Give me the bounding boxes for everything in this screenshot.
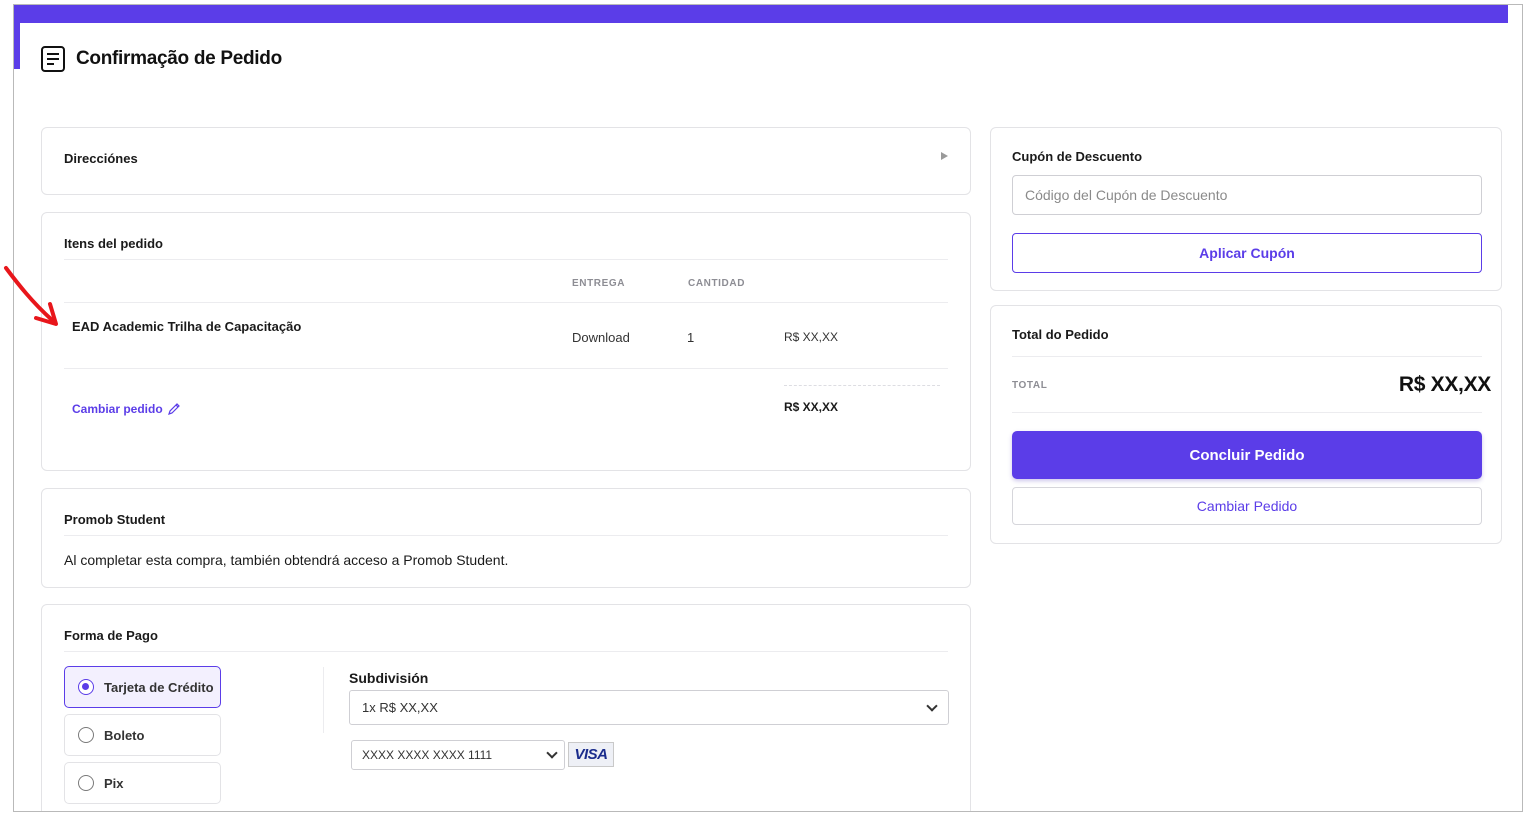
column-header-quantity: CANTIDAD — [688, 278, 746, 289]
divider — [64, 535, 948, 536]
payment-option-label: Tarjeta de Crédito — [104, 679, 214, 695]
radio-button[interactable] — [78, 775, 94, 791]
promob-description: Al completar esta compra, también obtend… — [64, 552, 509, 568]
subtotal-separator — [784, 385, 940, 386]
total-label: TOTAL — [1012, 380, 1048, 391]
addresses-title: Direcciónes — [64, 151, 138, 166]
item-name: EAD Academic Trilha de Capacitação — [72, 319, 302, 334]
vertical-divider — [323, 667, 324, 733]
divider — [64, 302, 948, 303]
document-icon — [41, 46, 65, 72]
payment-option-label: Boleto — [104, 727, 145, 743]
coupon-title: Cupón de Descuento — [1012, 149, 1143, 164]
checkout-page: Confirmação de Pedido Direcciónes Itens … — [20, 23, 1508, 811]
pencil-icon — [167, 403, 180, 415]
payment-option-credit-card[interactable]: Tarjeta de Crédito — [64, 666, 221, 708]
expand-triangle-icon[interactable] — [941, 152, 948, 160]
page-header: Confirmação de Pedido — [40, 45, 282, 73]
visa-logo-icon: VISA — [568, 742, 614, 767]
divider — [64, 259, 948, 260]
payment-title: Forma de Pago — [64, 628, 158, 643]
subdivision-label: Subdivisión — [349, 670, 429, 686]
addresses-card[interactable]: Direcciónes — [41, 127, 971, 195]
app-window: Confirmação de Pedido Direcciónes Itens … — [13, 4, 1523, 812]
order-subtotal: R$ XX,XX — [784, 400, 839, 414]
order-total-card: Total do Pedido TOTAL R$ XX,XX Concluir … — [990, 305, 1502, 544]
conclude-order-button[interactable]: Concluir Pedido — [1012, 431, 1482, 479]
apply-coupon-button[interactable]: Aplicar Cupón — [1012, 233, 1482, 273]
divider — [1012, 412, 1482, 413]
card-select[interactable]: XXXX XXXX XXXX 1111 — [351, 740, 565, 770]
payment-option-pix[interactable]: Pix — [64, 762, 221, 804]
coupon-input[interactable] — [1012, 175, 1482, 215]
payment-option-boleto[interactable]: Boleto — [64, 714, 221, 756]
change-order-label: Cambiar pedido — [72, 402, 163, 416]
radio-button[interactable] — [78, 727, 94, 743]
payment-option-label: Pix — [104, 775, 124, 791]
divider — [1012, 356, 1482, 357]
coupon-card: Cupón de Descuento Aplicar Cupón — [990, 127, 1502, 291]
payment-card: Forma de Pago Tarjeta de Crédito Boleto … — [41, 604, 971, 811]
order-items-card: Itens del pedido ENTREGA CANTIDAD EAD Ac… — [41, 212, 971, 471]
promob-card: Promob Student Al completar esta compra,… — [41, 488, 971, 588]
divider — [64, 651, 948, 652]
divider — [64, 368, 948, 369]
change-order-link[interactable]: Cambiar pedido — [72, 402, 181, 416]
promob-title: Promob Student — [64, 512, 166, 527]
item-delivery: Download — [572, 330, 630, 345]
column-header-delivery: ENTREGA — [572, 278, 626, 289]
item-quantity: 1 — [687, 330, 695, 345]
top-accent-bar — [14, 5, 1508, 23]
change-order-button[interactable]: Cambiar Pedido — [1012, 487, 1482, 525]
total-value: R$ XX,XX — [1398, 373, 1491, 396]
radio-button-selected[interactable] — [78, 679, 94, 695]
order-total-title: Total do Pedido — [1012, 327, 1109, 342]
order-items-title: Itens del pedido — [64, 236, 163, 251]
chevron-down-icon — [546, 747, 558, 759]
page-title: Confirmação de Pedido — [76, 48, 282, 69]
annotation-arrow-icon — [4, 266, 58, 326]
item-price: R$ XX,XX — [784, 330, 839, 344]
chevron-down-icon — [926, 699, 938, 712]
card-number-value: XXXX XXXX XXXX 1111 — [362, 748, 493, 762]
installments-value: 1x R$ XX,XX — [362, 700, 438, 715]
installments-select[interactable]: 1x R$ XX,XX — [349, 690, 949, 725]
